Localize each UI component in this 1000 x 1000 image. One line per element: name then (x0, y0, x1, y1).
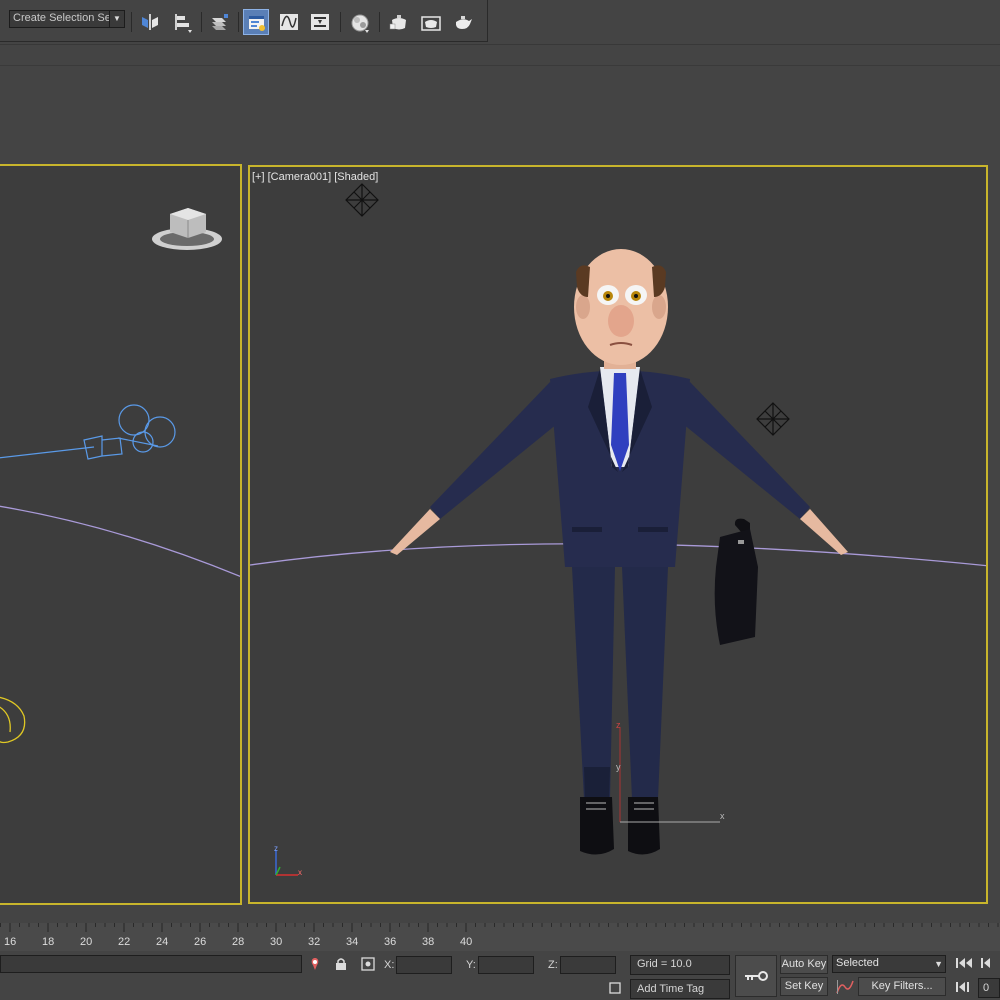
time-ruler-label: 36 (384, 936, 397, 948)
scene-explorer-icon (249, 16, 265, 31)
material-editor-button[interactable] (346, 9, 372, 35)
ribbon-divider (0, 65, 1000, 66)
viewport-camera[interactable]: [+] [Camera001] [Shaded] z x y z x (248, 165, 988, 904)
time-ruler-label: 16 (4, 936, 17, 948)
key-filters-label: Key Filters... (871, 980, 933, 992)
x-coord-label: X: (384, 959, 395, 971)
y-coord-field[interactable] (478, 956, 534, 974)
render-setup-icon (389, 15, 406, 30)
point-helper-icon[interactable] (345, 183, 379, 217)
align-button[interactable] (169, 9, 195, 35)
time-ruler-label: 38 (422, 936, 435, 948)
time-ruler-label: 30 (270, 936, 283, 948)
lock-icon[interactable] (335, 957, 347, 974)
z-coord-label: Z: (548, 959, 558, 971)
toolbar-separator (238, 12, 239, 32)
toolbar-group: Create Selection Se ▼ (0, 0, 488, 42)
set-key-mode-button[interactable] (735, 955, 777, 997)
curve-editor-icon (280, 14, 298, 30)
key-set-dropdown[interactable]: Selected ▼ (832, 955, 946, 973)
prompt-line[interactable] (0, 955, 302, 973)
world-axis-icon: z x (274, 844, 302, 877)
auto-key-button[interactable]: Auto Key (780, 955, 828, 974)
schematic-view-button[interactable] (307, 9, 333, 35)
toolbar-separator (340, 12, 341, 32)
camera-wire-icon[interactable] (0, 404, 176, 460)
time-tag-icon[interactable] (609, 982, 621, 997)
selection-set-value: Create Selection Se (13, 12, 109, 24)
mirror-icon (142, 14, 158, 30)
set-key-button[interactable]: Set Key (780, 977, 828, 996)
toolbar-separator (201, 12, 202, 32)
rendered-frame-window-button[interactable] (417, 9, 443, 35)
set-key-label: Set Key (784, 980, 824, 992)
create-selection-set-dropdown[interactable]: Create Selection Se ▼ (9, 10, 125, 28)
isolation-toggle-icon[interactable] (309, 957, 321, 974)
key-filters-button[interactable]: Key Filters... (858, 977, 946, 996)
svg-text:x: x (720, 811, 725, 821)
layer-manager-button[interactable] (207, 9, 233, 35)
scene-explorer-button[interactable] (243, 9, 269, 35)
time-ruler-label: 32 (308, 936, 321, 948)
time-ruler-label: 28 (232, 936, 245, 948)
light-wire-icon[interactable] (0, 696, 26, 744)
svg-text:z: z (274, 844, 278, 853)
time-ruler-label: 18 (42, 936, 55, 948)
toolbar-separator (379, 12, 380, 32)
time-ruler-label: 26 (194, 936, 207, 948)
x-coord-field[interactable] (396, 956, 452, 974)
motion-path-curve (0, 505, 240, 578)
add-time-tag-field[interactable]: Add Time Tag (630, 979, 730, 999)
time-ruler-label: 24 (156, 936, 169, 948)
time-ruler-ticks (0, 923, 999, 932)
key-set-value: Selected (836, 957, 879, 969)
align-icon (175, 14, 192, 33)
y-coord-label: Y: (466, 959, 476, 971)
point-helper-icon[interactable] (756, 402, 790, 436)
layer-manager-icon (212, 14, 228, 30)
curve-editor-button[interactable] (276, 9, 302, 35)
previous-frame-icon[interactable] (980, 957, 998, 972)
grid-text: Grid = 10.0 (637, 958, 692, 970)
time-ruler-label: 22 (118, 936, 131, 948)
time-ruler-label: 40 (460, 936, 473, 948)
time-ruler-label: 34 (346, 936, 359, 948)
key-mode-toggle-icon[interactable] (955, 981, 973, 996)
ribbon-area (0, 44, 1000, 165)
viewport-camera-canvas: z x y z x (250, 183, 986, 877)
viewcube-icon[interactable] (152, 208, 222, 250)
chevron-down-icon[interactable]: ▼ (109, 11, 124, 27)
viewport-left-canvas (0, 208, 240, 744)
render-production-button[interactable] (449, 9, 475, 35)
status-bar: X: Y: Z: Grid = 10.0 Add Time Tag Auto K… (0, 951, 1000, 1000)
main-toolbar: Create Selection Se ▼ (0, 0, 1000, 44)
add-time-tag-label: Add Time Tag (637, 983, 705, 995)
svg-text:y: y (616, 762, 621, 772)
svg-text:x: x (298, 868, 302, 877)
viewport-left[interactable] (0, 164, 242, 905)
svg-text:z: z (616, 720, 621, 730)
key-tangent-icon[interactable] (836, 979, 854, 998)
current-frame-value: 0 (983, 982, 990, 994)
time-ruler-label: 20 (80, 936, 93, 948)
time-ruler[interactable]: 16 18 20 22 24 26 28 30 32 34 36 38 40 (0, 923, 1000, 951)
chevron-down-icon: ▼ (934, 959, 943, 969)
go-to-start-icon[interactable] (955, 957, 973, 972)
current-frame-field[interactable]: 0 (978, 978, 1000, 998)
render-setup-button[interactable] (385, 9, 411, 35)
toolbar-separator (131, 12, 132, 32)
rendered-frame-window-icon (421, 16, 441, 31)
z-coord-field[interactable] (560, 956, 616, 974)
key-icon (745, 971, 768, 981)
absolute-mode-icon[interactable] (361, 957, 375, 974)
command-panel-edge[interactable] (989, 164, 1000, 904)
schematic-view-icon (311, 14, 329, 30)
mirror-button[interactable] (137, 9, 163, 35)
briefcase-object[interactable] (714, 518, 758, 645)
material-editor-icon (351, 14, 369, 33)
auto-key-label: Auto Key (781, 958, 827, 970)
render-production-icon (456, 16, 472, 29)
grid-display: Grid = 10.0 (630, 955, 730, 975)
